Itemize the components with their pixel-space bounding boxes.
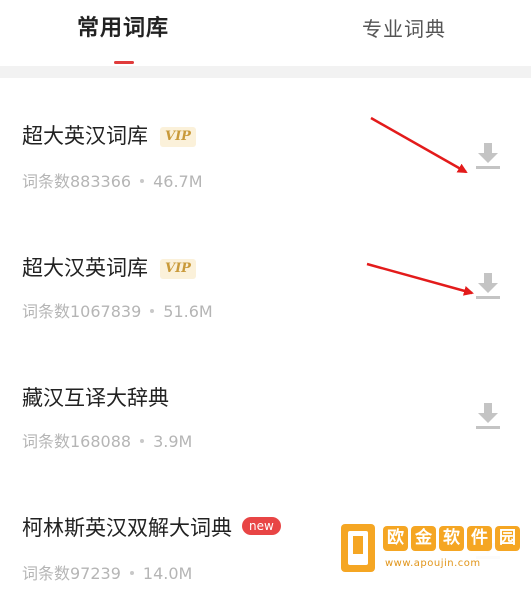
dictionary-title-text: 柯林斯英汉双解大词典 [22,516,232,540]
dictionary-title-text: 超大汉英词库 [22,256,148,280]
watermark-char: 欧 [383,526,408,551]
dictionary-title: 柯林斯英汉双解大词典 new [22,512,281,542]
vip-badge: VIP [160,259,196,279]
entry-count: 词条数883366 [22,172,132,191]
tab-professional-dictionaries[interactable]: 专业词典 [362,13,446,42]
dictionary-title: 超大英汉词库 VIP [22,120,196,150]
vip-badge: VIP [160,127,196,147]
watermark-char: 金 [411,526,436,551]
watermark-char: 园 [495,526,520,551]
dictionary-meta: 词条数883366 46.7M [22,168,203,192]
section-divider [0,66,531,78]
tab-bar: 常用词库 专业词典 [0,0,531,66]
separator-dot [140,438,145,443]
list-item[interactable]: 超大汉英词库 VIP 词条数1067839 51.6M [0,208,531,338]
download-button[interactable] [476,272,500,300]
watermark-logo-icon [341,524,375,572]
dictionary-title-text: 藏汉互译大辞典 [22,386,169,410]
separator-dot [129,570,134,575]
dictionary-meta: 词条数168088 3.9M [22,428,192,452]
entry-count: 词条数168088 [22,432,132,451]
watermark: 欧 金 软 件 园 www.apoujin.com [333,514,531,584]
file-size: 51.6M [163,302,213,321]
separator-dot [150,308,155,313]
dictionary-meta: 词条数97239 14.0M [22,560,192,584]
download-icon [476,403,500,429]
file-size: 46.7M [153,172,203,191]
download-button[interactable] [476,142,500,170]
new-badge: new [242,517,281,535]
list-item[interactable]: 超大英汉词库 VIP 词条数883366 46.7M [0,78,531,208]
download-icon [476,273,500,299]
entry-count: 词条数1067839 [22,302,142,321]
separator-dot [140,178,145,183]
watermark-url: www.apoujin.com [385,558,481,569]
dictionary-title: 藏汉互译大辞典 [22,382,169,412]
download-button[interactable] [476,402,500,430]
watermark-char: 软 [439,526,464,551]
dictionary-meta: 词条数1067839 51.6M [22,298,213,322]
list-item[interactable]: 藏汉互译大辞典 词条数168088 3.9M [0,338,531,468]
file-size: 14.0M [142,564,193,583]
watermark-chars: 欧 金 软 件 园 [383,526,523,551]
download-icon [476,143,500,169]
dictionary-title: 超大汉英词库 VIP [22,252,196,282]
watermark-char: 件 [467,526,492,551]
tab-common-dictionaries[interactable]: 常用词库 [77,10,169,42]
file-size: 3.9M [153,432,193,451]
active-tab-indicator [114,61,134,64]
dictionary-title-text: 超大英汉词库 [22,124,148,148]
entry-count: 词条数97239 [22,564,121,583]
